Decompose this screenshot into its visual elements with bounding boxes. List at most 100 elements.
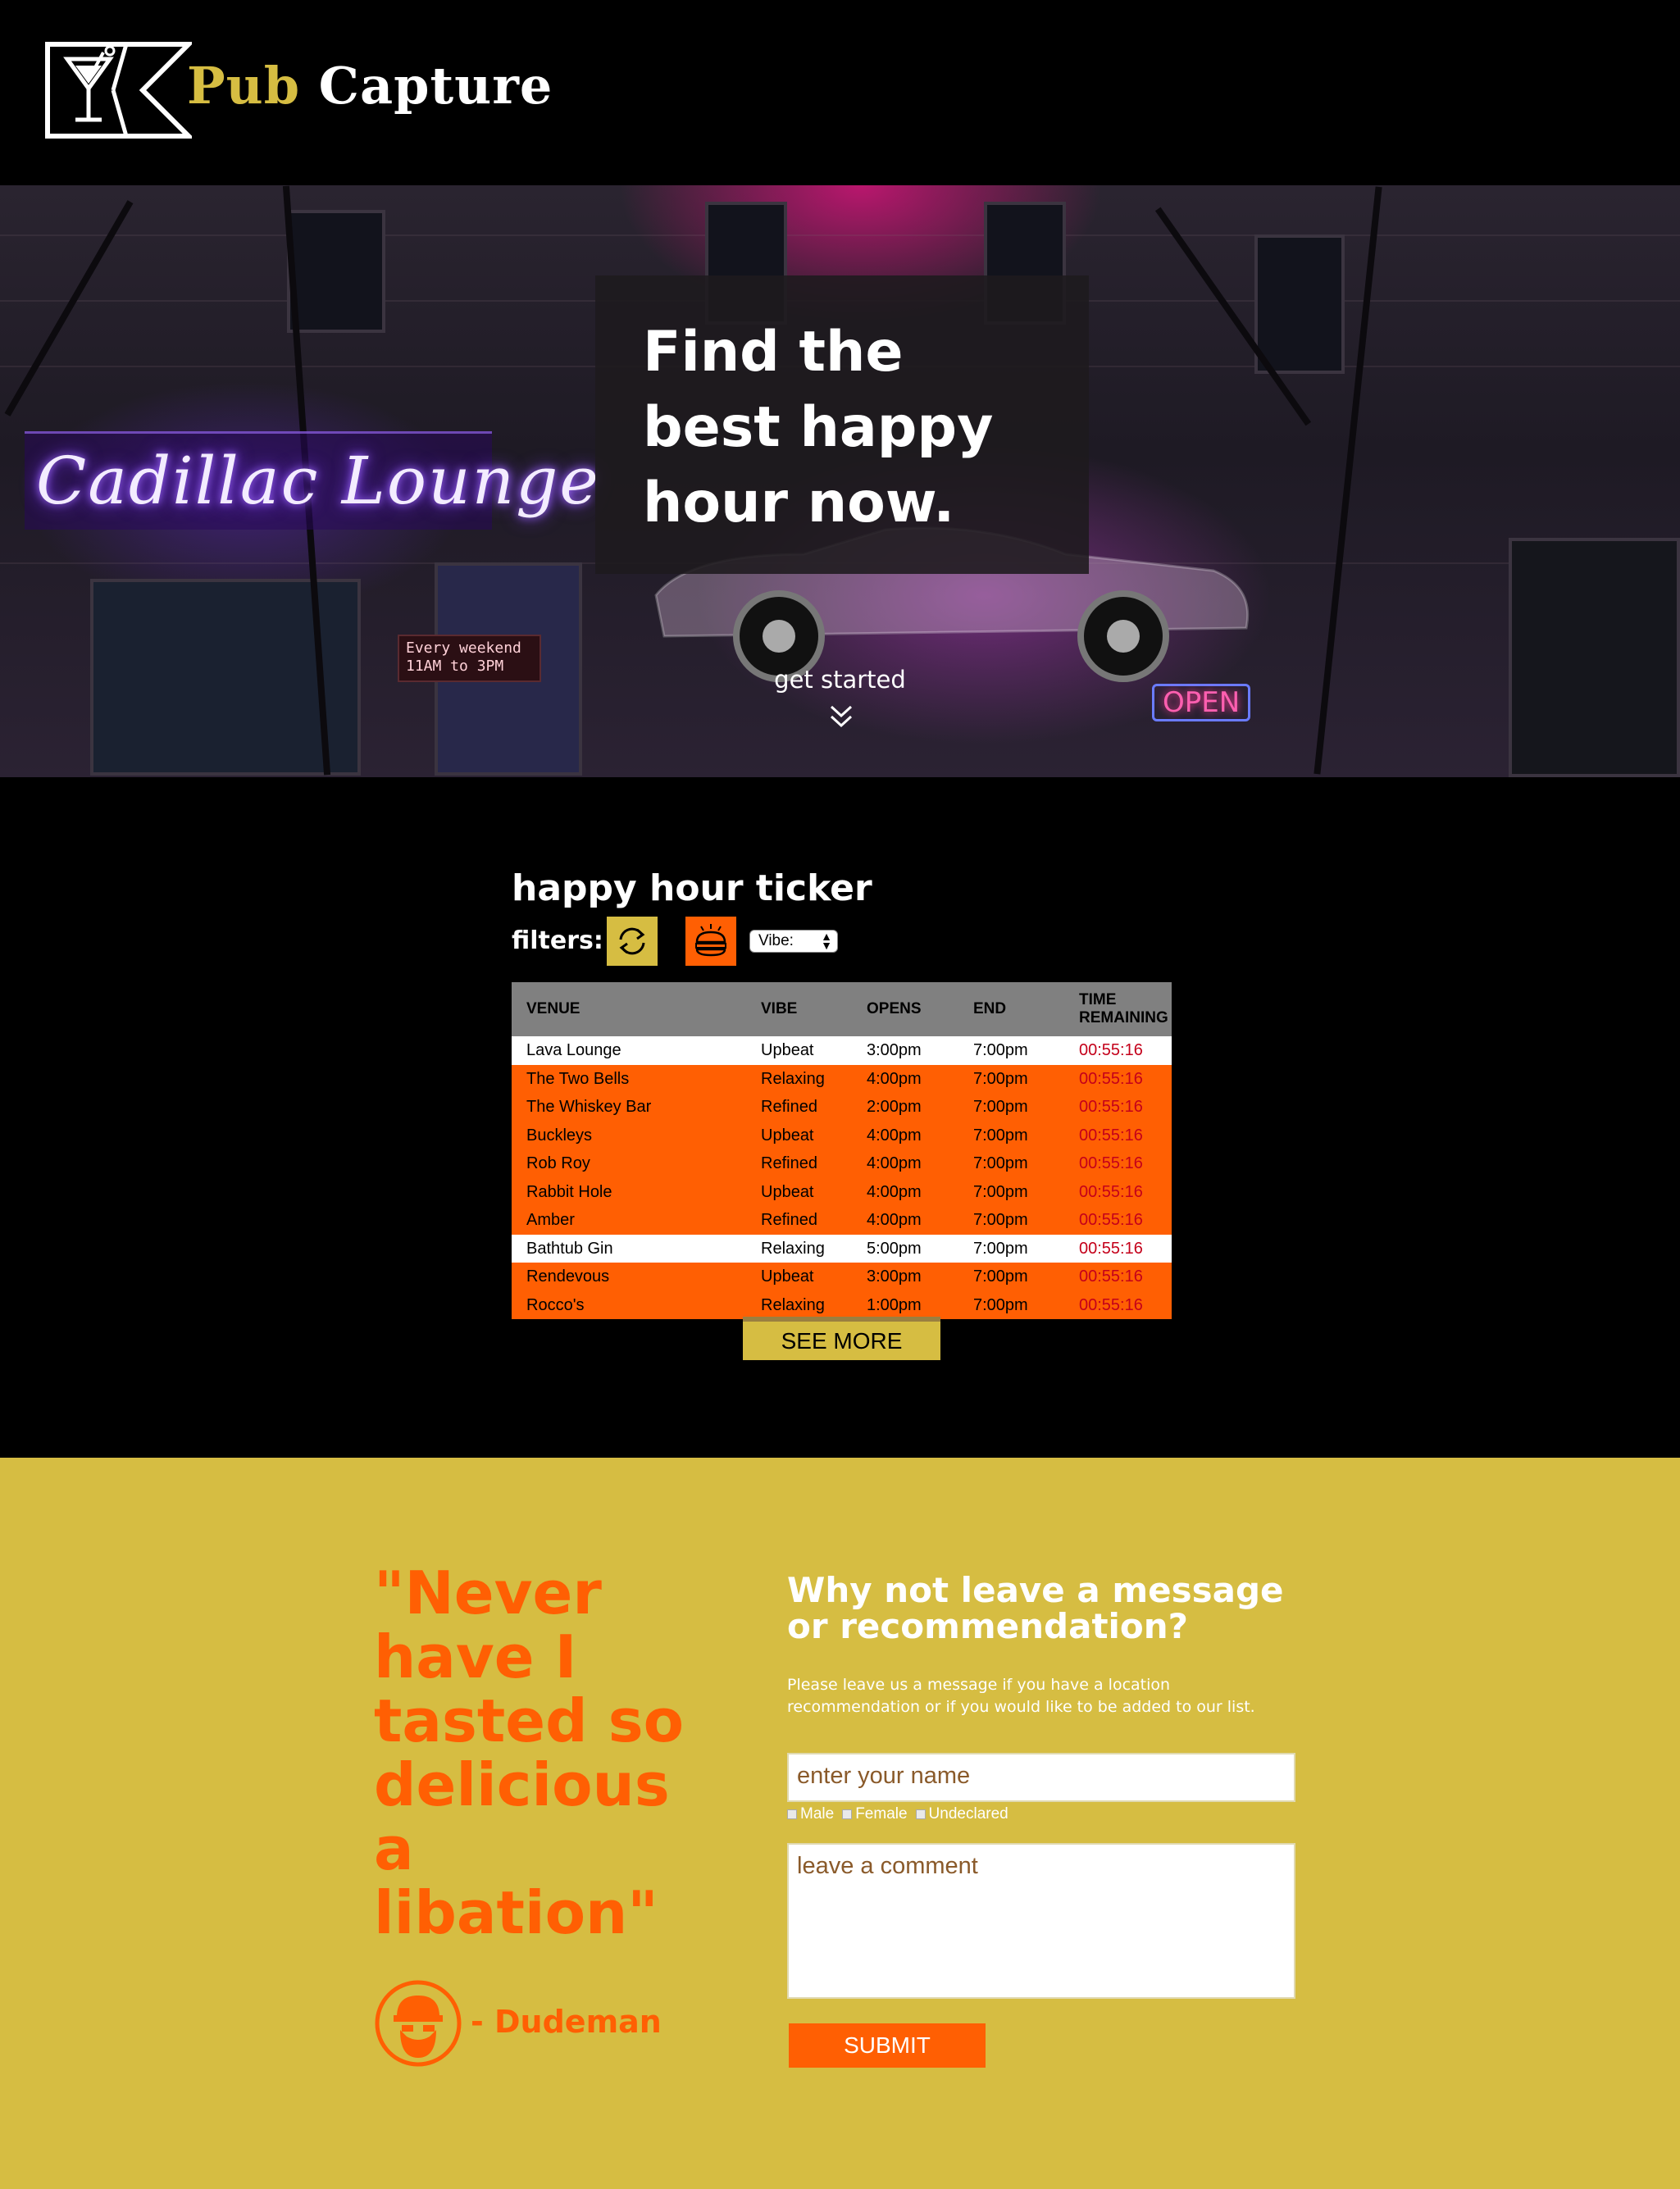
- quote-attribution: - Dudeman: [471, 2004, 662, 2040]
- end-cell: 7:00pm: [973, 1041, 1028, 1059]
- option-label: Undeclared: [928, 1805, 1008, 1823]
- time-remaining-cell: 00:55:16: [1079, 1211, 1143, 1229]
- testimonial-quote: "Never have I tasted so delicious a liba…: [374, 1559, 685, 1947]
- venue-cell: Amber: [526, 1211, 575, 1229]
- end-cell: 7:00pm: [973, 1126, 1028, 1145]
- martini-glass-icon[interactable]: [44, 41, 192, 139]
- table-row[interactable]: Amber Refined 4:00pm 7:00pm 00:55:16: [512, 1206, 1172, 1235]
- happy-hour-table: VENUE VIBE OPENS END TIME REMAINING Lava…: [512, 982, 1172, 1319]
- table-row[interactable]: Rocco's Relaxing 1:00pm 7:00pm 00:55:16: [512, 1290, 1172, 1319]
- table-row[interactable]: The Two Bells Relaxing 4:00pm 7:00pm 00:55:1…: [512, 1064, 1172, 1093]
- venue-cell: The Two Bells: [526, 1069, 630, 1088]
- vibe-select-value: Vibe:: [758, 932, 794, 949]
- end-cell: 7:00pm: [973, 1295, 1028, 1314]
- column-header-opens: OPENS: [867, 1000, 922, 1017]
- vibe-cell: Upbeat: [761, 1041, 814, 1059]
- checkbox[interactable]: [842, 1809, 853, 1819]
- end-cell: 7:00pm: [973, 1267, 1028, 1286]
- checkbox[interactable]: [915, 1809, 926, 1819]
- checkbox[interactable]: [787, 1809, 797, 1819]
- table-header: VENUE VIBE OPENS END TIME REMAINING: [512, 982, 1172, 1036]
- vibe-cell: Upbeat: [761, 1182, 814, 1201]
- burger-icon: [695, 924, 726, 957]
- select-arrows-icon: ▲ ▼: [821, 930, 832, 952]
- opens-cell: 4:00pm: [867, 1069, 922, 1088]
- brand-name[interactable]: Pub Capture: [187, 56, 553, 116]
- time-remaining-cell: 00:55:16: [1079, 1239, 1143, 1258]
- refresh-filter-button[interactable]: [607, 917, 658, 966]
- site-header: Pub Capture: [0, 0, 1680, 185]
- end-cell: 7:00pm: [973, 1098, 1028, 1116]
- tree-branch: [4, 200, 134, 416]
- vibe-cell: Relaxing: [761, 1239, 825, 1258]
- gender-option-undeclared[interactable]: Undeclared: [915, 1805, 1008, 1823]
- time-remaining-cell: 00:55:16: [1079, 1154, 1143, 1172]
- building-window: [1254, 234, 1345, 374]
- vibe-cell: Refined: [761, 1098, 817, 1116]
- time-remaining-cell: 00:55:16: [1079, 1098, 1143, 1116]
- led-line: Every weekend: [406, 639, 521, 657]
- bearded-man-avatar-icon: [375, 1980, 462, 2067]
- venue-cell: Buckleys: [526, 1126, 593, 1145]
- time-remaining-cell: 00:55:16: [1079, 1182, 1143, 1201]
- option-label: Male: [800, 1805, 835, 1823]
- comment-textarea[interactable]: leave a comment: [787, 1843, 1295, 1999]
- end-cell: 7:00pm: [973, 1182, 1028, 1201]
- venue-cell: Lava Lounge: [526, 1041, 621, 1059]
- form-title: Why not leave a message or recommendatio…: [787, 1570, 1284, 1646]
- column-header-vibe: VIBE: [761, 1000, 798, 1017]
- gender-options: Male Female Undeclared: [787, 1805, 1012, 1823]
- time-remaining-cell: 00:55:16: [1079, 1267, 1143, 1286]
- double-chevron-down-icon[interactable]: [828, 703, 854, 730]
- submit-button[interactable]: SUBMIT: [789, 2023, 986, 2068]
- vibe-cell: Upbeat: [761, 1267, 814, 1286]
- table-row[interactable]: Rob Roy Refined 4:00pm 7:00pm 00:55:16: [512, 1149, 1172, 1178]
- table-row[interactable]: Lava Lounge Upbeat 3:00pm 7:00pm 00:55:16: [512, 1036, 1172, 1065]
- brand-pub: Pub: [187, 56, 301, 116]
- gender-option-male[interactable]: Male: [787, 1805, 834, 1823]
- vibe-cell: Relaxing: [761, 1295, 825, 1314]
- message-section: "Never have I tasted so delicious a liba…: [0, 1458, 1680, 2189]
- opens-cell: 4:00pm: [867, 1154, 922, 1172]
- column-header-end: END: [973, 1000, 1007, 1017]
- vibe-cell: Upbeat: [761, 1126, 814, 1145]
- time-remaining-cell: 00:55:16: [1079, 1069, 1143, 1088]
- opens-cell: 2:00pm: [867, 1098, 922, 1116]
- table-row[interactable]: Bathtub Gin Relaxing 5:00pm 7:00pm 00:55:16: [512, 1234, 1172, 1263]
- brand-capture: Capture: [318, 56, 553, 116]
- name-input[interactable]: enter your name: [787, 1753, 1295, 1802]
- venue-cell: The Whiskey Bar: [526, 1098, 652, 1116]
- table-row[interactable]: Rendevous Upbeat 3:00pm 7:00pm 00:55:16: [512, 1263, 1172, 1291]
- column-header-time-remaining: TIME REMAINING: [1079, 991, 1168, 1026]
- hero-title: Find the best happy hour now.: [643, 320, 994, 535]
- opens-cell: 4:00pm: [867, 1182, 922, 1201]
- venue-cell: Bathtub Gin: [526, 1239, 613, 1258]
- end-cell: 7:00pm: [973, 1154, 1028, 1172]
- refresh-icon: [619, 927, 645, 955]
- vibe-cell: Refined: [761, 1154, 817, 1172]
- food-filter-button[interactable]: [685, 917, 736, 966]
- get-started-link[interactable]: get started: [0, 666, 1680, 694]
- gender-option-female[interactable]: Female: [842, 1805, 908, 1823]
- venue-cell: Rocco's: [526, 1295, 585, 1314]
- time-remaining-cell: 00:55:16: [1079, 1295, 1143, 1314]
- opens-cell: 4:00pm: [867, 1211, 922, 1229]
- venue-cell: Rabbit Hole: [526, 1182, 612, 1201]
- form-description: Please leave us a message if you have a …: [787, 1676, 1255, 1716]
- storefront-window: [1509, 538, 1680, 777]
- ticker-title: happy hour ticker: [512, 867, 872, 909]
- table-row[interactable]: Buckleys Upbeat 4:00pm 7:00pm 00:55:16: [512, 1121, 1172, 1149]
- vibe-cell: Refined: [761, 1211, 817, 1229]
- see-more-button[interactable]: SEE MORE: [743, 1317, 940, 1360]
- venue-cell: Rendevous: [526, 1267, 610, 1286]
- building-window: [287, 210, 385, 333]
- time-remaining-cell: 00:55:16: [1079, 1126, 1143, 1145]
- time-remaining-cell: 00:55:16: [1079, 1041, 1143, 1059]
- table-row[interactable]: The Whiskey Bar Refined 2:00pm 7:00pm 00:55:…: [512, 1093, 1172, 1122]
- brick-line: [0, 234, 1680, 236]
- end-cell: 7:00pm: [973, 1239, 1028, 1258]
- table-row[interactable]: Rabbit Hole Upbeat 4:00pm 7:00pm 00:55:16: [512, 1177, 1172, 1206]
- opens-cell: 4:00pm: [867, 1126, 922, 1145]
- vibe-select[interactable]: Vibe: ▲ ▼: [749, 930, 838, 953]
- option-label: Female: [855, 1805, 908, 1823]
